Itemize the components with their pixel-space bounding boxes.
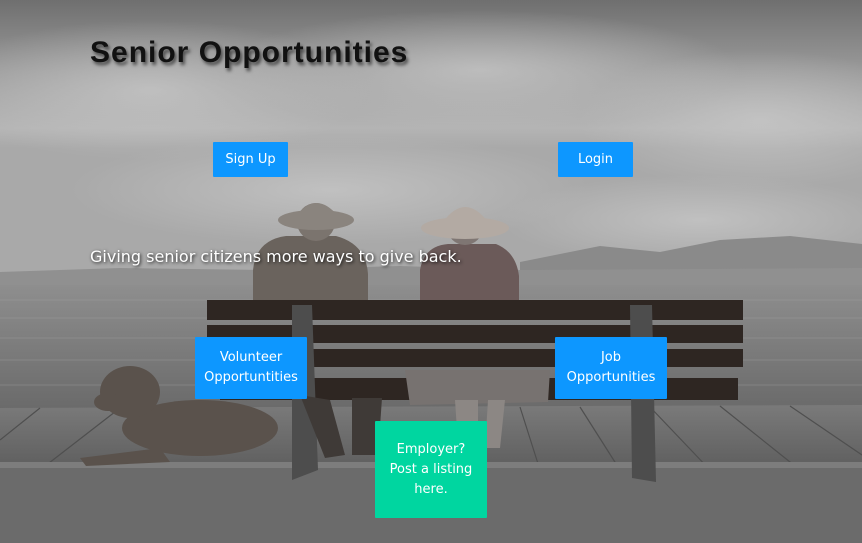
- landing-page: Senior Opportunities Sign Up Login Givin…: [0, 0, 862, 543]
- login-button[interactable]: Login: [558, 142, 633, 177]
- tagline: Giving senior citizens more ways to give…: [90, 247, 462, 266]
- volunteer-opportunities-button[interactable]: Volunteer Opportuntities: [195, 337, 307, 399]
- sign-up-button[interactable]: Sign Up: [213, 142, 288, 177]
- job-opportunities-button[interactable]: Job Opportunities: [555, 337, 667, 399]
- page-title: Senior Opportunities: [90, 36, 409, 69]
- employer-post-listing-button[interactable]: Employer? Post a listing here.: [375, 421, 487, 518]
